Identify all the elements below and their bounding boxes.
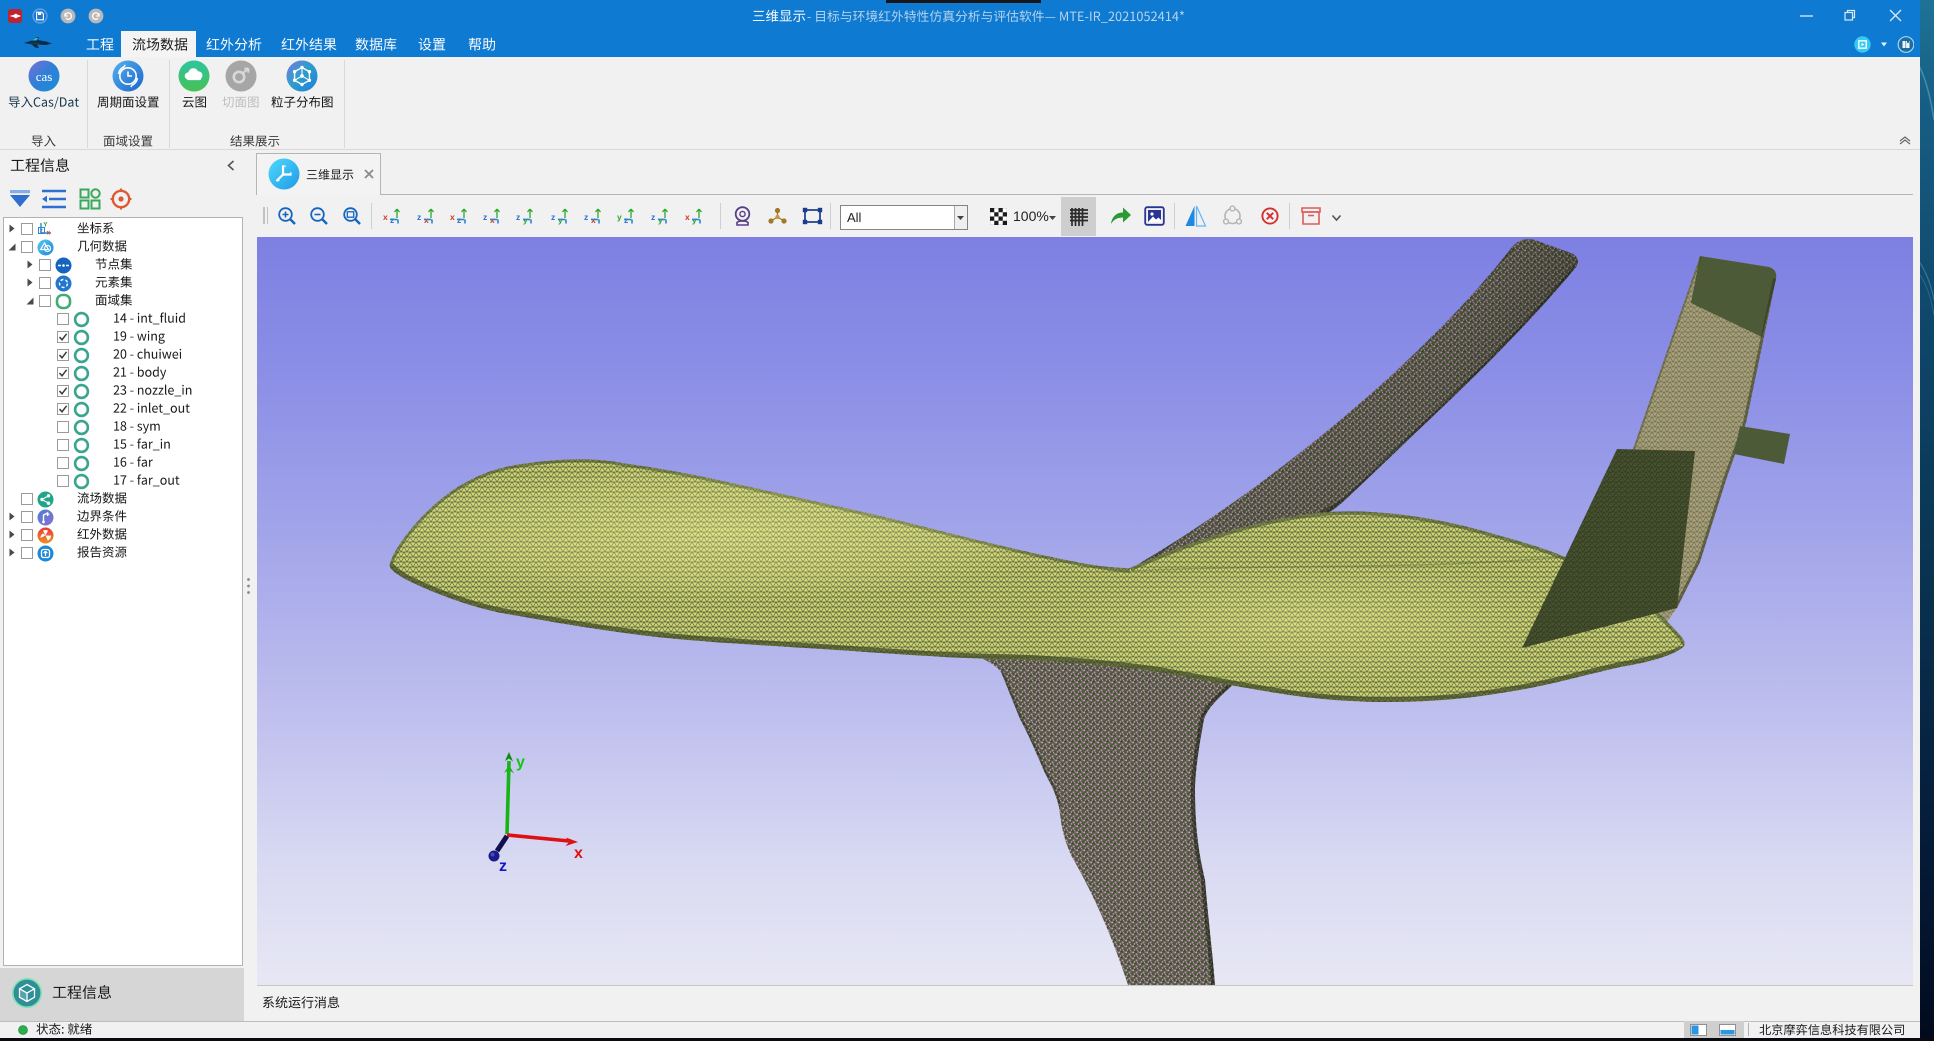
svg-text:z: z	[499, 858, 507, 875]
svg-text:x: x	[47, 229, 51, 236]
svg-text:z: z	[516, 212, 520, 222]
svg-text:x: x	[574, 845, 583, 862]
svg-text:z: z	[584, 212, 588, 222]
svg-text:cas: cas	[36, 69, 53, 84]
svg-text:x: x	[685, 212, 690, 222]
svg-text:z: z	[551, 212, 555, 222]
svg-text:y: y	[516, 754, 525, 771]
svg-text:x: x	[450, 212, 455, 222]
svg-text:z: z	[483, 212, 487, 222]
svg-text:y: y	[617, 212, 622, 222]
svg-text:z: z	[651, 212, 655, 222]
svg-text:x: x	[383, 212, 388, 222]
svg-text:z: z	[417, 212, 421, 222]
